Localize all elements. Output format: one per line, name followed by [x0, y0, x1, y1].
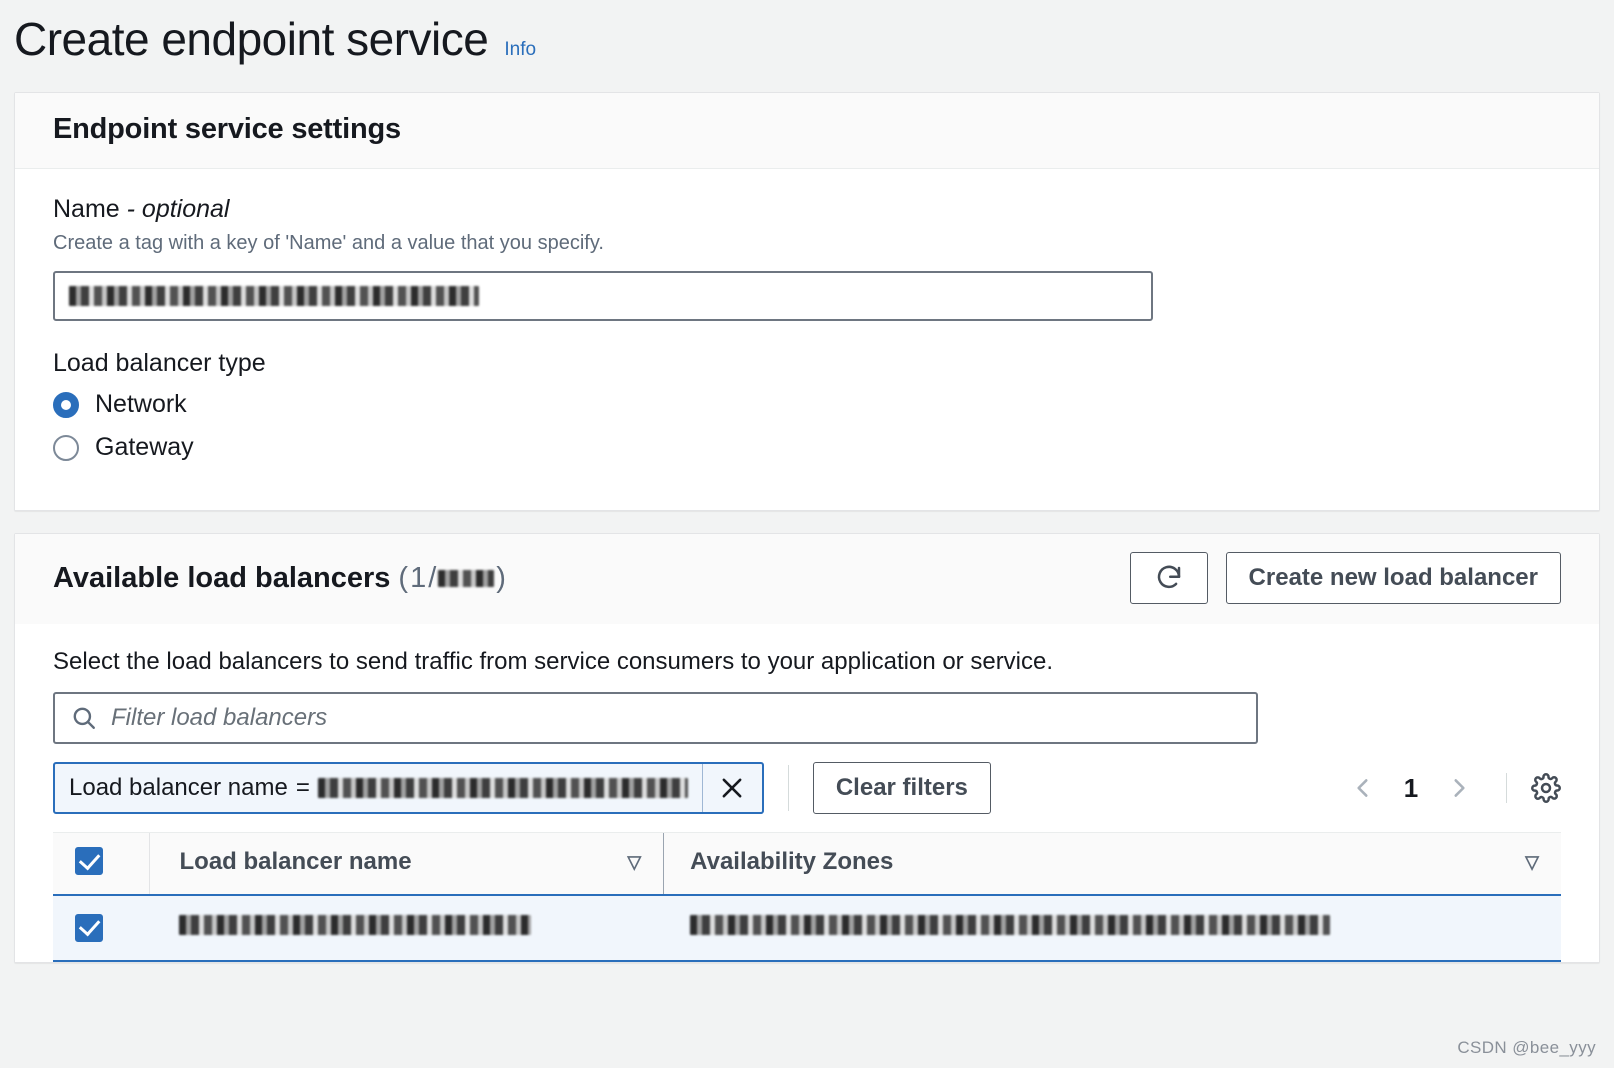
count-total-redacted: [438, 569, 495, 587]
column-label-availability-zones: Availability Zones: [690, 848, 894, 876]
row-checkbox[interactable]: [75, 913, 103, 942]
filter-token-label: Load balancer name: [69, 774, 288, 801]
radio-gateway-label: Gateway: [95, 433, 194, 461]
cell-availability-zones: [663, 893, 1561, 962]
info-link[interactable]: Info: [504, 39, 536, 61]
count-separator: /: [428, 561, 437, 594]
refresh-button[interactable]: [1129, 552, 1208, 604]
load-balancers-header-actions: Create new load balancer: [1129, 552, 1561, 604]
filter-token-operator: =: [295, 774, 310, 801]
endpoint-service-settings-card: Endpoint service settings Name - optiona…: [14, 92, 1600, 511]
clear-filters-button[interactable]: Clear filters: [812, 762, 991, 814]
cell-load-balancer-name: [149, 893, 664, 962]
search-icon: [73, 707, 95, 729]
load-balancers-title-wrap: Available load balancers ( 1 / ): [53, 562, 506, 595]
filter-token-redacted-value: [317, 778, 688, 798]
count-open-paren: (: [398, 561, 409, 594]
sort-descending-icon[interactable]: ▽: [627, 852, 641, 873]
availability-zones-redacted: [689, 915, 1330, 936]
table-head: Load balancer name ▽ Availability Zones …: [53, 832, 1561, 895]
radio-network-label: Network: [95, 390, 187, 418]
filter-token-remove-button[interactable]: [701, 764, 762, 812]
chevron-left-icon: [1357, 779, 1368, 797]
count-close-paren: ): [496, 561, 506, 594]
close-icon: [722, 778, 742, 798]
filter-token-text: Load balancer name =: [55, 764, 702, 812]
refresh-icon: [1157, 565, 1180, 589]
load-balancers-count: ( 1 / ): [398, 562, 506, 595]
create-endpoint-service-page: Create endpoint service Info Endpoint se…: [0, 0, 1614, 1068]
pagination: 1: [1346, 771, 1561, 805]
radio-option-network[interactable]: Network: [53, 390, 1561, 419]
sort-descending-icon[interactable]: ▽: [1525, 852, 1539, 873]
settings-card-title: Endpoint service settings: [53, 113, 401, 145]
table-header-row: Load balancer name ▽ Availability Zones …: [53, 832, 1561, 895]
name-field-label: Name - optional: [53, 195, 1561, 224]
column-header-load-balancer-name[interactable]: Load balancer name ▽: [148, 832, 664, 895]
create-new-load-balancer-button[interactable]: Create new load balancer: [1225, 552, 1561, 604]
filter-load-balancers-input[interactable]: Filter load balancers: [53, 692, 1258, 744]
table-row[interactable]: [53, 893, 1561, 962]
table-body: [53, 893, 1561, 962]
chevron-right-icon: [1454, 779, 1465, 797]
pagination-next-button[interactable]: [1442, 771, 1476, 805]
name-field-description: Create a tag with a key of 'Name' and a …: [53, 232, 604, 254]
load-balancers-title: Available load balancers: [53, 561, 391, 594]
load-balancers-table: Load balancer name ▽ Availability Zones …: [53, 832, 1561, 962]
radio-network-indicator[interactable]: [53, 391, 79, 418]
filter-token[interactable]: Load balancer name =: [53, 762, 764, 814]
gear-icon: [1531, 773, 1561, 803]
column-header-availability-zones[interactable]: Availability Zones ▽: [663, 832, 1561, 895]
settings-card-body: Name - optional Create a tag with a key …: [15, 169, 1599, 510]
available-load-balancers-card: Available load balancers ( 1 / ) Create …: [14, 533, 1600, 963]
load-balancer-type-label: Load balancer type: [53, 349, 266, 377]
column-label-load-balancer-name: Load balancer name: [179, 848, 412, 876]
table-preferences-button[interactable]: [1506, 773, 1561, 803]
filter-input-placeholder: Filter load balancers: [111, 704, 328, 731]
name-input[interactable]: [53, 271, 1153, 321]
pagination-current-page[interactable]: 1: [1400, 773, 1422, 804]
name-label-text: Name: [53, 195, 120, 223]
page-title: Create endpoint service: [14, 13, 489, 65]
select-all-checkbox[interactable]: [75, 847, 103, 875]
load-balancers-body: Select the load balancers to send traffi…: [15, 624, 1599, 962]
filter-divider: [787, 765, 789, 811]
name-optional-text: - optional: [126, 195, 230, 223]
radio-option-gateway[interactable]: Gateway: [53, 433, 1561, 462]
load-balancers-header: Available load balancers ( 1 / ) Create …: [15, 534, 1599, 624]
table-select-all-cell: [53, 832, 149, 895]
radio-gateway-indicator[interactable]: [53, 434, 79, 461]
settings-card-header: Endpoint service settings: [15, 93, 1599, 169]
filter-row: Load balancer name = Clear filters 1: [53, 762, 1561, 814]
page-header: Create endpoint service Info: [0, 0, 1614, 92]
load-balancer-name-redacted: [179, 915, 531, 936]
watermark: CSDN @bee_yyy: [1457, 1038, 1596, 1057]
row-select-cell: [53, 893, 149, 962]
pagination-previous-button[interactable]: [1346, 771, 1380, 805]
name-input-redacted-value: [69, 286, 479, 306]
load-balancers-description: Select the load balancers to send traffi…: [53, 648, 1054, 675]
count-selected: 1: [410, 561, 427, 594]
